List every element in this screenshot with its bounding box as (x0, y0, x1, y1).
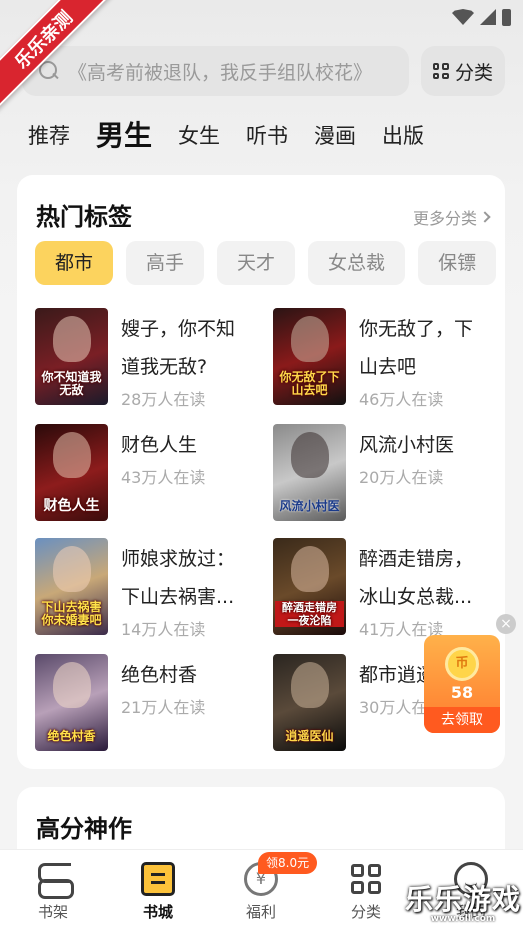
reward-amount: 58 (450, 683, 474, 702)
book-readers: 28万人在读 (121, 390, 206, 409)
book-readers: 46万人在读 (359, 390, 444, 409)
tab-publish[interactable]: 出版 (382, 116, 424, 156)
book-cover: 下山去祸害你未婚妻吧 (35, 538, 108, 635)
book-title: 风流小村医 (359, 434, 455, 456)
book-title: 你无敌了，下山去吧 (359, 318, 474, 378)
category-button-label: 分类 (454, 61, 493, 84)
status-bar (452, 6, 511, 28)
chevron-right-icon (479, 211, 491, 223)
signal-icon (480, 9, 496, 25)
tab-male[interactable]: 男生 (96, 116, 152, 156)
bookshelf-icon (36, 862, 74, 899)
book-readers: 43万人在读 (121, 468, 206, 487)
nav-bookstore[interactable]: 书城 (126, 862, 190, 922)
tab-comics[interactable]: 漫画 (314, 116, 356, 156)
bookstore-icon (141, 862, 175, 896)
book-cover: 醉酒走错房 一夜沦陷 (273, 538, 346, 635)
book-title: 嫂子，你不知道我无敌? (121, 318, 236, 378)
site-watermark: 乐乐游戏 www.6ll.com (405, 883, 522, 924)
more-categories-link[interactable]: 更多分类 (412, 205, 491, 229)
book-readers: 30万人在 (359, 698, 428, 717)
book-cover: 财色人生 (35, 424, 108, 521)
book-readers: 21万人在读 (121, 698, 206, 717)
tag-chip[interactable]: 天才 (217, 241, 296, 285)
tag-chips: 都市 高手 天才 女总裁 保镖 (35, 241, 505, 285)
search-placeholder: 《高考前被退队，我反手组队校花》 (68, 61, 373, 84)
nav-bookshelf[interactable]: 书架 (21, 862, 85, 922)
tag-chip[interactable]: 都市 (35, 241, 114, 285)
book-item[interactable]: 风流小村医 风流小村医 20万人在读 (273, 424, 503, 524)
book-cover: 你不知道我无敌 (35, 308, 108, 405)
tag-chip[interactable]: 女总裁 (308, 241, 406, 285)
book-item[interactable]: 醉酒走错房 一夜沦陷 醉酒走错房，冰山女总裁... 41万人在读 (273, 538, 503, 639)
book-readers: 20万人在读 (359, 468, 444, 487)
search-bar[interactable]: 《高考前被退队，我反手组队校花》 (22, 46, 409, 96)
reward-float-button[interactable]: 币 58 去领取 (424, 635, 500, 733)
book-title: 绝色村香 (121, 664, 198, 686)
tab-audio[interactable]: 听书 (246, 116, 288, 156)
nav-category[interactable]: 分类 (334, 862, 398, 922)
channel-tabs: 推荐 男生 女生 听书 漫画 出版 (28, 112, 450, 156)
book-cover: 绝色村香 (35, 654, 108, 751)
grid-icon (432, 63, 449, 79)
book-cover: 逍遥医仙 (273, 654, 346, 751)
book-item[interactable]: 下山去祸害你未婚妻吧 师娘求放过：下山去祸害... 14万人在读 (35, 538, 265, 639)
reward-claim-label: 去领取 (424, 707, 500, 733)
book-title: 师娘求放过：下山去祸害... (121, 548, 236, 608)
book-item[interactable]: 你无敌了下山去吧 你无敌了，下山去吧 46万人在读 (273, 308, 503, 409)
book-cover: 你无敌了下山去吧 (273, 308, 346, 405)
category-grid-icon (349, 862, 383, 896)
reward-close-button[interactable]: × (496, 614, 516, 634)
more-label: 更多分类 (412, 209, 477, 228)
section-title: 高分神作 (36, 815, 132, 843)
book-title: 醉酒走错房，冰山女总裁... (359, 548, 474, 608)
category-button[interactable]: 分类 (421, 46, 505, 96)
section-title: 热门标签 (36, 203, 132, 231)
welfare-badge: 领8.0元 (258, 852, 318, 874)
book-item[interactable]: 绝色村香 绝色村香 21万人在读 (35, 654, 265, 754)
book-item[interactable]: 财色人生 财色人生 43万人在读 (35, 424, 265, 524)
book-readers: 14万人在读 (121, 620, 206, 639)
battery-icon (502, 8, 511, 26)
tag-chip[interactable]: 保镖 (418, 241, 497, 285)
wifi-icon (452, 9, 474, 25)
book-item[interactable]: 你不知道我无敌 嫂子，你不知道我无敌? 28万人在读 (35, 308, 265, 409)
coin-icon: 币 (445, 647, 479, 681)
tag-chip[interactable]: 高手 (126, 241, 205, 285)
tab-female[interactable]: 女生 (178, 116, 220, 156)
book-title: 财色人生 (121, 434, 198, 456)
tab-recommend[interactable]: 推荐 (28, 116, 70, 156)
book-cover: 风流小村医 (273, 424, 346, 521)
